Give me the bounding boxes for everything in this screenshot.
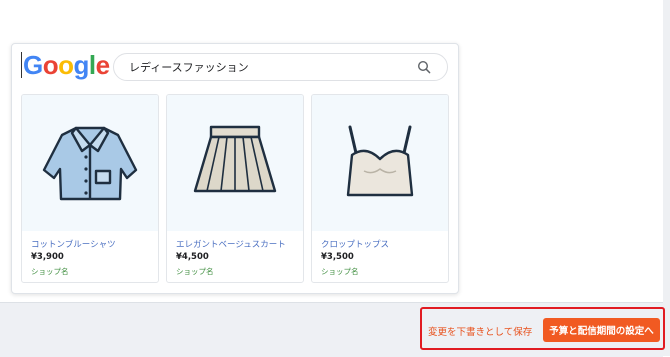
skirt-icon bbox=[193, 125, 277, 193]
product-name[interactable]: コットンブルーシャツ bbox=[31, 238, 116, 250]
product-image bbox=[22, 95, 158, 231]
product-card-crop-top[interactable]: クロップトップス ¥3,500 ショップ名 bbox=[311, 94, 449, 283]
product-image bbox=[167, 95, 303, 231]
search-icon[interactable] bbox=[417, 60, 431, 74]
product-name[interactable]: クロップトップス bbox=[321, 238, 389, 250]
product-card-shirt[interactable]: コットンブルーシャツ ¥3,900 ショップ名 bbox=[21, 94, 159, 283]
scrollbar-track[interactable] bbox=[663, 0, 670, 356]
google-logo: Google bbox=[21, 51, 110, 79]
shop-name: ショップ名 bbox=[31, 267, 69, 276]
next-step-button[interactable]: 予算と配信期間の設定へ bbox=[543, 318, 660, 342]
save-draft-button[interactable]: 変更を下書きとして保存 bbox=[428, 324, 532, 338]
shop-name: ショップ名 bbox=[321, 267, 359, 276]
product-price: ¥4,500 bbox=[176, 252, 209, 262]
text-cursor bbox=[21, 52, 22, 78]
product-image bbox=[312, 95, 448, 231]
shirt-icon bbox=[42, 126, 138, 201]
search-ad-preview: Google レディースファッション コットンブルーシャツ ¥3,900 ショッ… bbox=[11, 43, 459, 294]
product-name[interactable]: エレガントベージュスカート bbox=[176, 238, 286, 250]
shop-name: ショップ名 bbox=[176, 267, 214, 276]
search-query: レディースファッション bbox=[129, 61, 249, 74]
google-logo-text: Google bbox=[23, 50, 110, 80]
product-card-skirt[interactable]: エレガントベージュスカート ¥4,500 ショップ名 bbox=[166, 94, 304, 283]
search-input[interactable]: レディースファッション bbox=[113, 53, 448, 81]
product-price: ¥3,500 bbox=[321, 252, 354, 262]
crop-top-icon bbox=[346, 125, 414, 197]
product-price: ¥3,900 bbox=[31, 252, 64, 262]
